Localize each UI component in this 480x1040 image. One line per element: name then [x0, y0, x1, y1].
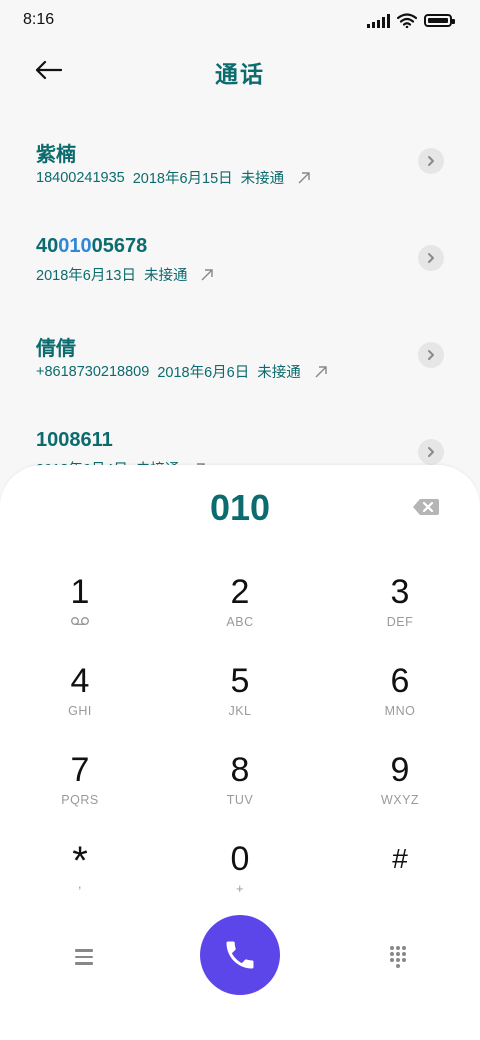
call-detail-button[interactable]: [418, 342, 444, 368]
key-5[interactable]: 5 JKL: [180, 661, 300, 741]
call-detail-button[interactable]: [418, 148, 444, 174]
call-detail-button[interactable]: [418, 439, 444, 465]
call-button[interactable]: [200, 915, 280, 995]
key-9[interactable]: 9 WXYZ: [340, 750, 460, 830]
dialpad-actions: [0, 915, 480, 995]
menu-icon: [75, 949, 93, 952]
call-date: 2018年6月15日: [132, 171, 233, 187]
key-letters: JKL: [228, 704, 252, 718]
key-digit: 6: [390, 662, 410, 700]
arrow-up-right-icon: [201, 268, 214, 280]
arrow-up-right-icon: [298, 171, 310, 183]
menu-button[interactable]: [66, 943, 102, 971]
chevron-right-icon: [428, 447, 434, 457]
backspace-button[interactable]: [412, 497, 440, 517]
call-list-item[interactable]: 4001005678 2018年6月13日 未接通: [0, 217, 480, 314]
key-digit: 2: [230, 573, 250, 611]
key-hash[interactable]: #: [340, 839, 460, 919]
backspace-icon: [413, 499, 439, 515]
key-digit: 3: [390, 573, 410, 611]
page-title: 通话: [215, 61, 265, 87]
chevron-right-icon: [428, 350, 434, 360]
key-0[interactable]: 0 +: [180, 839, 300, 919]
key-digit: 8: [230, 751, 250, 789]
key-2[interactable]: 2 ABC: [180, 572, 300, 652]
call-name: 4001005678: [36, 235, 147, 258]
key-letters: +: [236, 882, 244, 896]
key-digit: #: [392, 843, 408, 874]
key-letters: ,: [78, 877, 82, 891]
key-7[interactable]: 7 PQRS: [20, 750, 140, 830]
key-digit: 1: [70, 573, 90, 611]
key-letters: WXYZ: [380, 793, 420, 807]
call-meta: 18400241935 2018年6月15日 未接通: [36, 167, 312, 188]
wifi-icon: [397, 13, 417, 28]
key-letters: PQRS: [61, 793, 99, 807]
key-4[interactable]: 4 GHI: [20, 661, 140, 741]
key-digit: 7: [70, 751, 90, 789]
call-name-match: 010: [58, 235, 92, 257]
call-status: 未接通: [143, 268, 188, 284]
key-digit: 9: [390, 751, 410, 789]
call-date: 2018年6月13日: [36, 268, 136, 284]
call-name: 紫楠: [36, 144, 76, 166]
key-1[interactable]: 1: [20, 572, 140, 652]
key-letters: ABC: [226, 615, 254, 629]
call-number: 18400241935: [36, 169, 125, 186]
call-name: 1008611: [36, 429, 113, 451]
call-detail-button[interactable]: [418, 245, 444, 271]
key-6[interactable]: 6 MNO: [340, 661, 460, 741]
dialed-number: 010: [209, 487, 271, 528]
key-letters: DEF: [386, 615, 414, 629]
call-list-item[interactable]: 紫楠 18400241935 2018年6月15日 未接通: [0, 120, 480, 217]
key-letters: GHI: [68, 704, 92, 718]
chevron-right-icon: [428, 156, 434, 166]
dialpad-icon: [390, 946, 394, 950]
call-name-suffix: 05678: [91, 235, 148, 257]
call-date: 2018年6月6日: [157, 365, 250, 381]
call-meta: +8618730218809 2018年6月6日 未接通: [36, 361, 329, 382]
call-status: 未接通: [240, 171, 285, 187]
signal-icon: [367, 13, 390, 28]
call-list: 紫楠 18400241935 2018年6月15日 未接通 4001005678…: [0, 120, 480, 508]
key-3[interactable]: 3 DEF: [340, 572, 460, 652]
battery-icon: [424, 14, 455, 27]
status-bar: 8:16: [0, 0, 480, 40]
arrow-up-right-icon: [315, 365, 327, 377]
call-meta: 2018年6月13日 未接通: [36, 264, 215, 285]
call-number: +8618730218809: [36, 363, 150, 380]
phone-icon: [226, 941, 254, 969]
call-status: 未接通: [257, 365, 301, 381]
chevron-right-icon: [428, 253, 434, 263]
dialpad-toggle-button[interactable]: [380, 943, 416, 971]
call-name: 倩倩: [36, 338, 76, 360]
key-digit: 5: [230, 662, 250, 700]
key-star[interactable]: * ,: [20, 839, 140, 919]
call-list-item[interactable]: 倩倩 +8618730218809 2018年6月6日 未接通: [0, 314, 480, 411]
key-8[interactable]: 8 TUV: [180, 750, 300, 830]
call-name-prefix: 40: [36, 235, 59, 257]
status-time: 8:16: [23, 11, 55, 28]
key-digit: 4: [70, 662, 90, 700]
key-digit: 0: [230, 840, 250, 878]
key-letters: MNO: [384, 704, 416, 718]
dialpad-sheet: 010 1 2 ABC 3 DEF 4 GHI 5 JKL 6 MNO 7 PQ…: [0, 465, 480, 1040]
key-letters: TUV: [226, 793, 254, 807]
voicemail-icon: [20, 613, 140, 631]
status-icons: [367, 13, 455, 28]
